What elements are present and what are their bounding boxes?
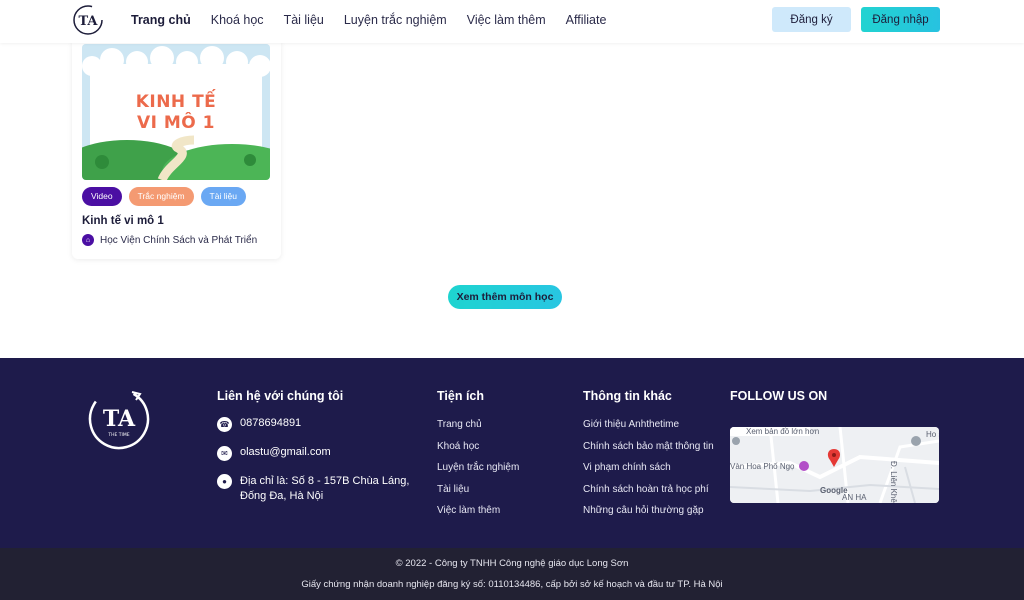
contact-email[interactable]: ✉ olastu@gmail.com (217, 446, 331, 461)
map-corner-label: Ho sá (926, 430, 939, 439)
location-pin-icon: ● (217, 474, 232, 489)
school-name: Học Viện Chính Sách và Phát Triển (100, 234, 258, 246)
location-map[interactable]: Xem bản đồ lớn hơn Vàn Hoa Phố Ngọ Googl… (730, 427, 939, 503)
map-larger-link[interactable]: Xem bản đồ lớn hơn (746, 427, 819, 436)
contact-title: Liên hệ với chúng tôi (217, 389, 344, 403)
info-title: Thông tin khác (583, 389, 672, 403)
course-thumbnail[interactable]: KINH TẾ VI MÔ 1 (82, 44, 270, 180)
tag-video: Video (82, 187, 122, 206)
course-tags: Video Trắc nghiệm Tài liệu (82, 187, 246, 206)
nav-item-home[interactable]: Trang chủ (131, 13, 191, 27)
footer-link-quiz[interactable]: Luyện trắc nghiệm (437, 461, 519, 475)
footer-link-documents[interactable]: Tài liệu (437, 483, 519, 497)
phone-number: 0878694891 (240, 417, 302, 429)
footer-link-jobs[interactable]: Việc làm thêm (437, 504, 519, 518)
phone-icon: ☎ (217, 417, 232, 432)
thumbnail-title: KINH TẾ VI MÔ 1 (82, 92, 270, 134)
tag-quiz: Trắc nghiệm (128, 187, 194, 206)
footer-link-home[interactable]: Trang chủ (437, 418, 519, 432)
map-place-label: Vàn Hoa Phố Ngọ (730, 462, 795, 471)
contact-address: ● Địa chỉ là: Số 8 - 157B Chùa Láng, Đốn… (217, 474, 410, 504)
footer-link-privacy[interactable]: Chính sách bảo mật thông tin (583, 440, 714, 454)
footer: TA THE TIME Liên hệ với chúng tôi ☎ 0878… (0, 358, 1024, 548)
footer-logo-subtext: THE TIME (107, 432, 129, 438)
address-text: Địa chỉ là: Số 8 - 157B Chùa Láng, Đống … (240, 475, 410, 502)
top-header: TA Trang chủ Khoá học Tài liệu Luyện trắ… (0, 0, 1024, 43)
thumbnail-title-line1: KINH TẾ (135, 92, 217, 112)
footer-link-refund[interactable]: Chính sách hoàn trả học phí (583, 483, 714, 497)
logo-text: TA (78, 14, 98, 29)
map-area-label: AN HA (842, 493, 867, 502)
copyright-bar: © 2022 - Công ty TNHH Công nghệ giáo dục… (0, 548, 1024, 600)
tag-document: Tài liệu (200, 187, 246, 206)
site-logo[interactable]: TA (72, 4, 104, 36)
main-nav: Trang chủ Khoá học Tài liệu Luyện trắc n… (131, 0, 606, 40)
license-text: Giấy chứng nhận doanh nghiệp đăng ký số:… (301, 579, 723, 590)
map-road-label: Đ. Liên Khê (889, 461, 898, 503)
utilities-links: Trang chủ Khoá học Luyện trắc nghiệm Tài… (437, 418, 519, 518)
login-button[interactable]: Đăng nhập (861, 7, 940, 32)
nav-item-jobs[interactable]: Việc làm thêm (467, 13, 546, 27)
nav-item-quiz[interactable]: Luyện trắc nghiệm (344, 13, 447, 27)
view-more-courses-button[interactable]: Xem thêm môn học (448, 285, 562, 309)
copyright-text: © 2022 - Công ty TNHH Công nghệ giáo dục… (395, 558, 629, 569)
nav-item-documents[interactable]: Tài liệu (284, 13, 324, 27)
utilities-title: Tiện ích (437, 389, 485, 403)
thumbnail-title-line2: VI MÔ 1 (136, 113, 216, 133)
nav-item-affiliate[interactable]: Affiliate (566, 13, 607, 27)
footer-link-faq[interactable]: Những câu hỏi thường gặp (583, 504, 714, 518)
contact-phone[interactable]: ☎ 0878694891 (217, 417, 301, 432)
nav-item-courses[interactable]: Khoá học (211, 13, 264, 27)
mail-icon: ✉ (217, 446, 232, 461)
follow-title: FOLLOW US ON (730, 389, 828, 403)
course-school: ⌂ Học Viện Chính Sách và Phát Triển (82, 234, 257, 246)
footer-logo-text: TA (103, 406, 136, 432)
footer-link-about[interactable]: Giới thiệu Anhthetime (583, 418, 714, 432)
footer-link-violations[interactable]: Vi phạm chính sách (583, 461, 714, 475)
school-icon: ⌂ (82, 234, 94, 246)
register-button[interactable]: Đăng ký (772, 7, 851, 32)
course-card[interactable]: KINH TẾ VI MÔ 1 Video Trắc nghiệm Tài li… (72, 38, 281, 259)
footer-link-courses[interactable]: Khoá học (437, 440, 519, 454)
info-links: Giới thiệu Anhthetime Chính sách bảo mật… (583, 418, 714, 518)
footer-logo: TA THE TIME (86, 386, 152, 452)
course-name[interactable]: Kinh tế vi mô 1 (82, 215, 164, 227)
email-address: olastu@gmail.com (240, 446, 331, 458)
